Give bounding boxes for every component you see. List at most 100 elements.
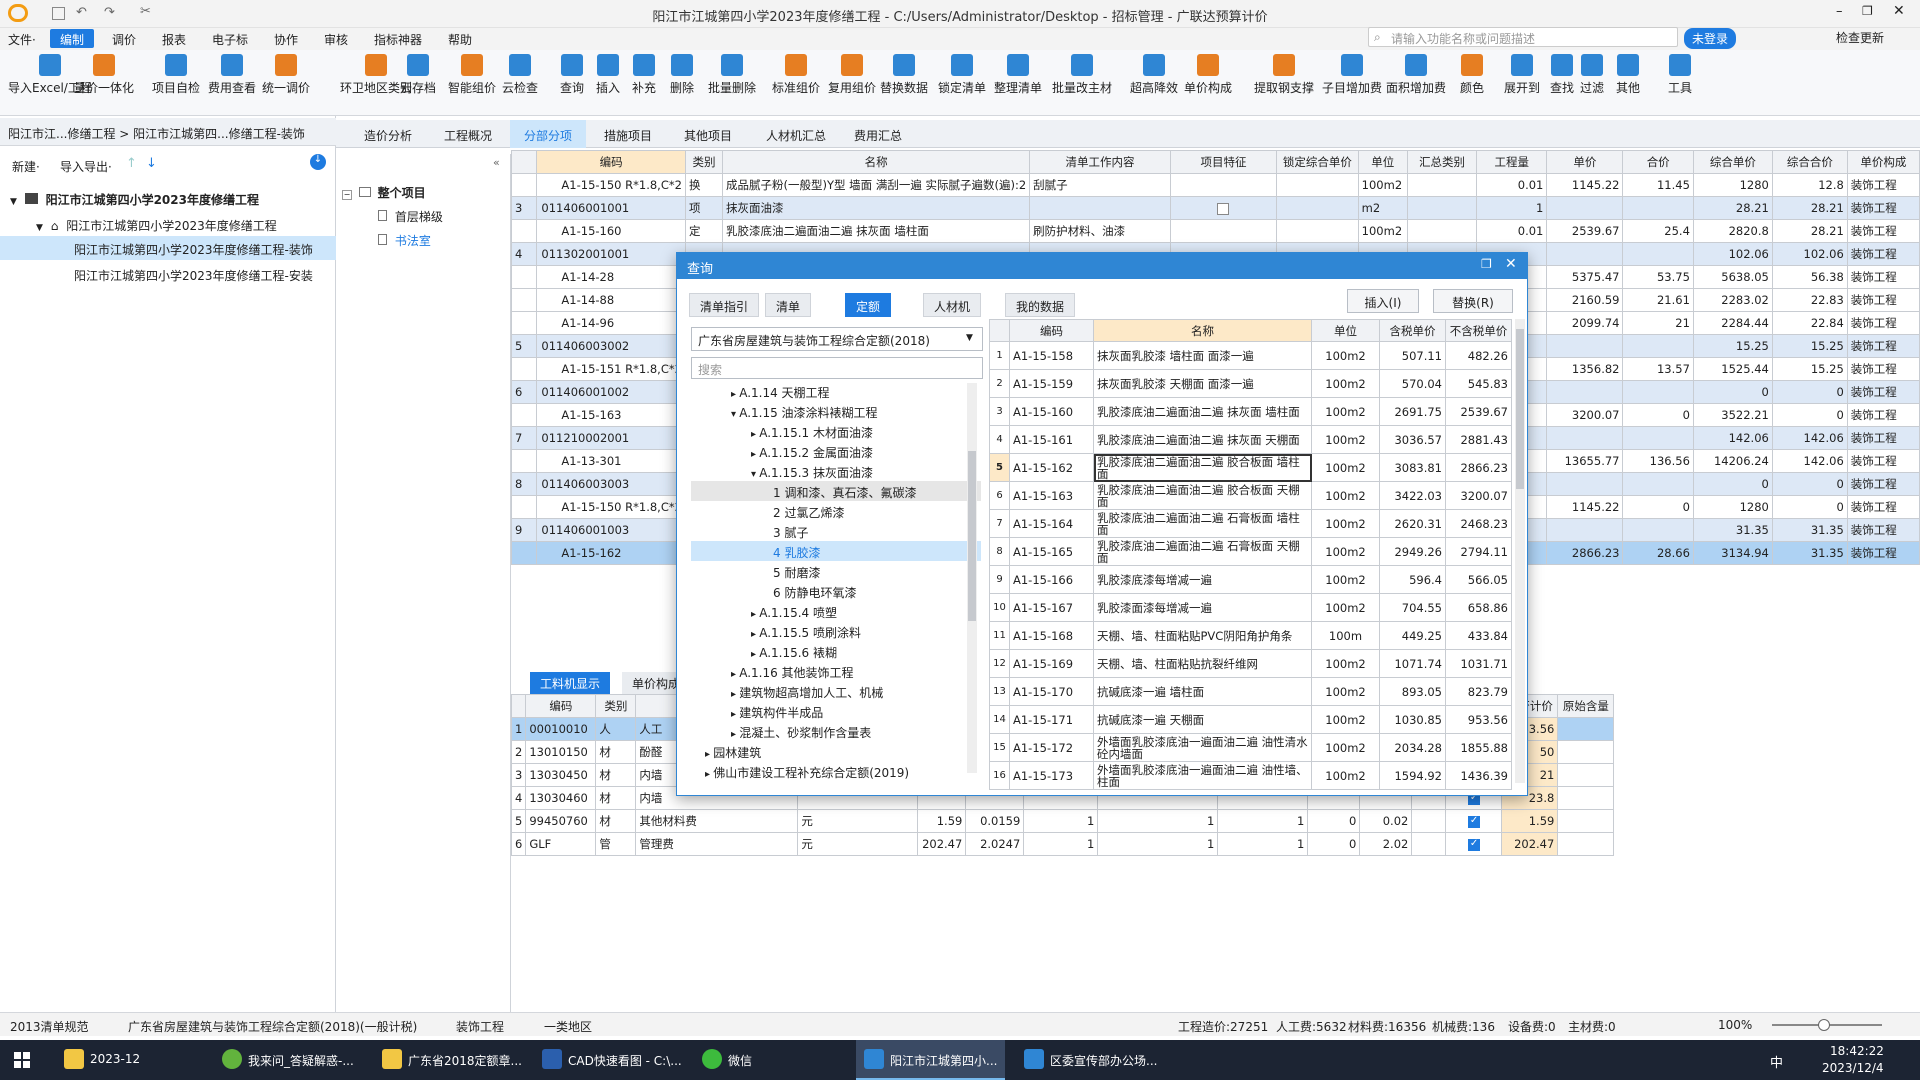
table-cell[interactable]: 0: [1307, 809, 1361, 833]
table-cell[interactable]: 材: [595, 809, 637, 833]
table-cell[interactable]: m2: [1357, 196, 1408, 220]
quota-tree-node[interactable]: ▸ A.1.16 其他装饰工程: [691, 661, 981, 681]
task-cad[interactable]: CAD快速看图 - C:\...: [534, 1040, 690, 1080]
dtab-bill[interactable]: 清单: [765, 293, 812, 317]
expand-icon[interactable]: ▸: [751, 429, 759, 440]
table-cell[interactable]: 142.06: [1771, 449, 1848, 473]
table-cell[interactable]: 142.06: [1771, 426, 1848, 450]
table-cell[interactable]: 100m2: [1311, 677, 1380, 706]
quota-row[interactable]: 15 A1-15-172 外墙面乳胶漆底油一遍面油二遍 油性清水砼内墙面 100m2 2…: [989, 733, 1512, 762]
table-cell[interactable]: 13030450: [525, 763, 597, 787]
table-cell[interactable]: 1.59: [917, 809, 967, 833]
table-cell[interactable]: 项: [684, 196, 724, 220]
table-cell[interactable]: 15.25: [1692, 334, 1773, 358]
table-cell[interactable]: 8: [989, 537, 1010, 566]
move-up-icon[interactable]: ↑: [126, 156, 137, 171]
table-cell[interactable]: 21.61: [1622, 288, 1694, 312]
table-cell[interactable]: A1-15-150 R*1.8,C*2: [536, 495, 686, 519]
table-cell[interactable]: 14206.24: [1692, 449, 1773, 473]
table-cell[interactable]: 12: [989, 649, 1010, 678]
table-cell[interactable]: 装饰工程: [1846, 242, 1920, 266]
tree-node-install[interactable]: 阳江市江城第四小学2023年度修缮工程-安装: [0, 262, 336, 286]
column-header[interactable]: 类别: [595, 694, 637, 718]
ribbon-button-23[interactable]: 提取钢支撑: [1254, 54, 1314, 96]
table-cell[interactable]: 2620.31: [1379, 509, 1446, 538]
table-cell[interactable]: 1594.92: [1379, 761, 1446, 790]
quota-tree-node[interactable]: 5 耐磨漆: [691, 561, 981, 581]
table-cell[interactable]: 2866.23: [1445, 453, 1512, 482]
table-cell[interactable]: 管: [595, 832, 637, 856]
table-cell[interactable]: [1546, 518, 1624, 542]
column-header[interactable]: 汇总类别: [1406, 150, 1478, 174]
column-header[interactable]: 名称: [1093, 319, 1312, 342]
quota-tree-node[interactable]: ▸ A.1.15.4 喷塑: [691, 601, 981, 621]
table-cell[interactable]: 25.4: [1622, 219, 1694, 243]
table-cell[interactable]: 100m2: [1311, 761, 1380, 790]
table-cell[interactable]: [510, 541, 538, 565]
table-cell[interactable]: 5375.47: [1546, 265, 1624, 289]
priced-checkbox[interactable]: [1467, 838, 1480, 851]
table-cell[interactable]: 1: [1217, 832, 1309, 856]
table-cell[interactable]: [510, 403, 538, 427]
close-icon[interactable]: ✕: [1893, 3, 1905, 19]
table-cell[interactable]: 0.01: [1476, 173, 1548, 197]
column-header[interactable]: 编码: [536, 150, 686, 174]
table-cell[interactable]: A1-15-160: [536, 219, 686, 243]
table-cell[interactable]: 7: [989, 509, 1010, 538]
table-cell[interactable]: 2160.59: [1546, 288, 1624, 312]
quota-row[interactable]: 12 A1-15-169 天棚、墙、柱面粘贴抗裂纤维网 100m2 1071.74 103…: [989, 649, 1512, 678]
breadcrumb-text[interactable]: 阳江市江...修缮工程 > 阳江市江城第四...修缮工程-装饰: [8, 127, 305, 141]
ribbon-button-29[interactable]: 过滤: [1580, 54, 1604, 96]
table-cell[interactable]: A1-15-158: [1009, 341, 1094, 370]
table-cell[interactable]: 装饰工程: [1846, 173, 1920, 197]
table-cell[interactable]: GLF: [525, 832, 597, 856]
ribbon-button-28[interactable]: 查找: [1550, 54, 1574, 96]
table-cell[interactable]: 011406003003: [536, 472, 686, 496]
column-header[interactable]: 工程量: [1476, 150, 1548, 174]
column-header[interactable]: 编码: [1009, 319, 1094, 342]
table-cell[interactable]: [1276, 173, 1359, 197]
table-cell[interactable]: [1546, 196, 1624, 220]
table-cell[interactable]: 0: [1771, 403, 1848, 427]
quota-row[interactable]: 2 A1-15-159 抹灰面乳胶漆 天棚面 面漆一遍 100m2 570.04 545.…: [989, 369, 1512, 398]
table-cell[interactable]: 31.35: [1771, 541, 1848, 565]
expand-icon[interactable]: ▾: [731, 409, 739, 420]
quota-search-input[interactable]: 搜索: [691, 357, 983, 379]
table-cell[interactable]: [510, 265, 538, 289]
column-header[interactable]: 综合合价: [1771, 150, 1848, 174]
table-cell[interactable]: 1525.44: [1692, 357, 1773, 381]
table-cell[interactable]: 13010150: [525, 740, 597, 764]
function-search-input[interactable]: ⌕ 请输入功能名称或问题描述: [1368, 27, 1678, 47]
menu-report[interactable]: 报表: [162, 31, 186, 48]
column-header[interactable]: 含税单价: [1379, 319, 1446, 342]
table-cell[interactable]: [1557, 832, 1615, 856]
table-cell[interactable]: 5: [510, 334, 538, 358]
table-cell[interactable]: 6: [510, 380, 538, 404]
clock-time[interactable]: 18:42:22: [1830, 1044, 1884, 1058]
tree-node-project[interactable]: ▼ ⌂ 阳江市江城第四小学2023年度修缮工程: [0, 212, 336, 236]
table-cell[interactable]: A1-15-150 R*1.8,C*2: [536, 173, 686, 197]
expand-icon[interactable]: ▸: [751, 609, 759, 620]
table-cell[interactable]: A1-15-172: [1009, 733, 1094, 762]
table-cell[interactable]: [1557, 717, 1615, 741]
table-cell[interactable]: 7: [510, 426, 538, 450]
dtab-bill-guide[interactable]: 清单指引: [689, 293, 760, 317]
table-cell[interactable]: 0: [1692, 472, 1773, 496]
table-cell[interactable]: [1029, 196, 1171, 220]
table-cell[interactable]: A1-15-170: [1009, 677, 1094, 706]
table-cell[interactable]: 570.04: [1379, 369, 1446, 398]
ribbon-button-3[interactable]: 项目自检: [152, 54, 200, 96]
table-cell[interactable]: 102.06: [1771, 242, 1848, 266]
column-header[interactable]: 合价: [1622, 150, 1694, 174]
table-cell[interactable]: 13.57: [1622, 357, 1694, 381]
table-cell[interactable]: 3422.03: [1379, 481, 1446, 510]
table-cell[interactable]: 100m: [1311, 621, 1380, 650]
table-cell[interactable]: 乳胶漆底油二遍面油二遍 抹灰面 墙柱面: [1093, 397, 1312, 426]
ribbon-button-11[interactable]: 插入: [596, 54, 620, 96]
tab-5[interactable]: 其他项目: [670, 120, 746, 148]
table-cell[interactable]: 9: [989, 565, 1010, 594]
table-row[interactable]: 3 011406001001 项抹灰面油漆 m2 1 28.21 28.21 装饰工程: [510, 196, 1920, 220]
table-cell[interactable]: 4: [510, 242, 538, 266]
table-cell[interactable]: 433.84: [1445, 621, 1512, 650]
table-cell[interactable]: 3200.07: [1546, 403, 1624, 427]
